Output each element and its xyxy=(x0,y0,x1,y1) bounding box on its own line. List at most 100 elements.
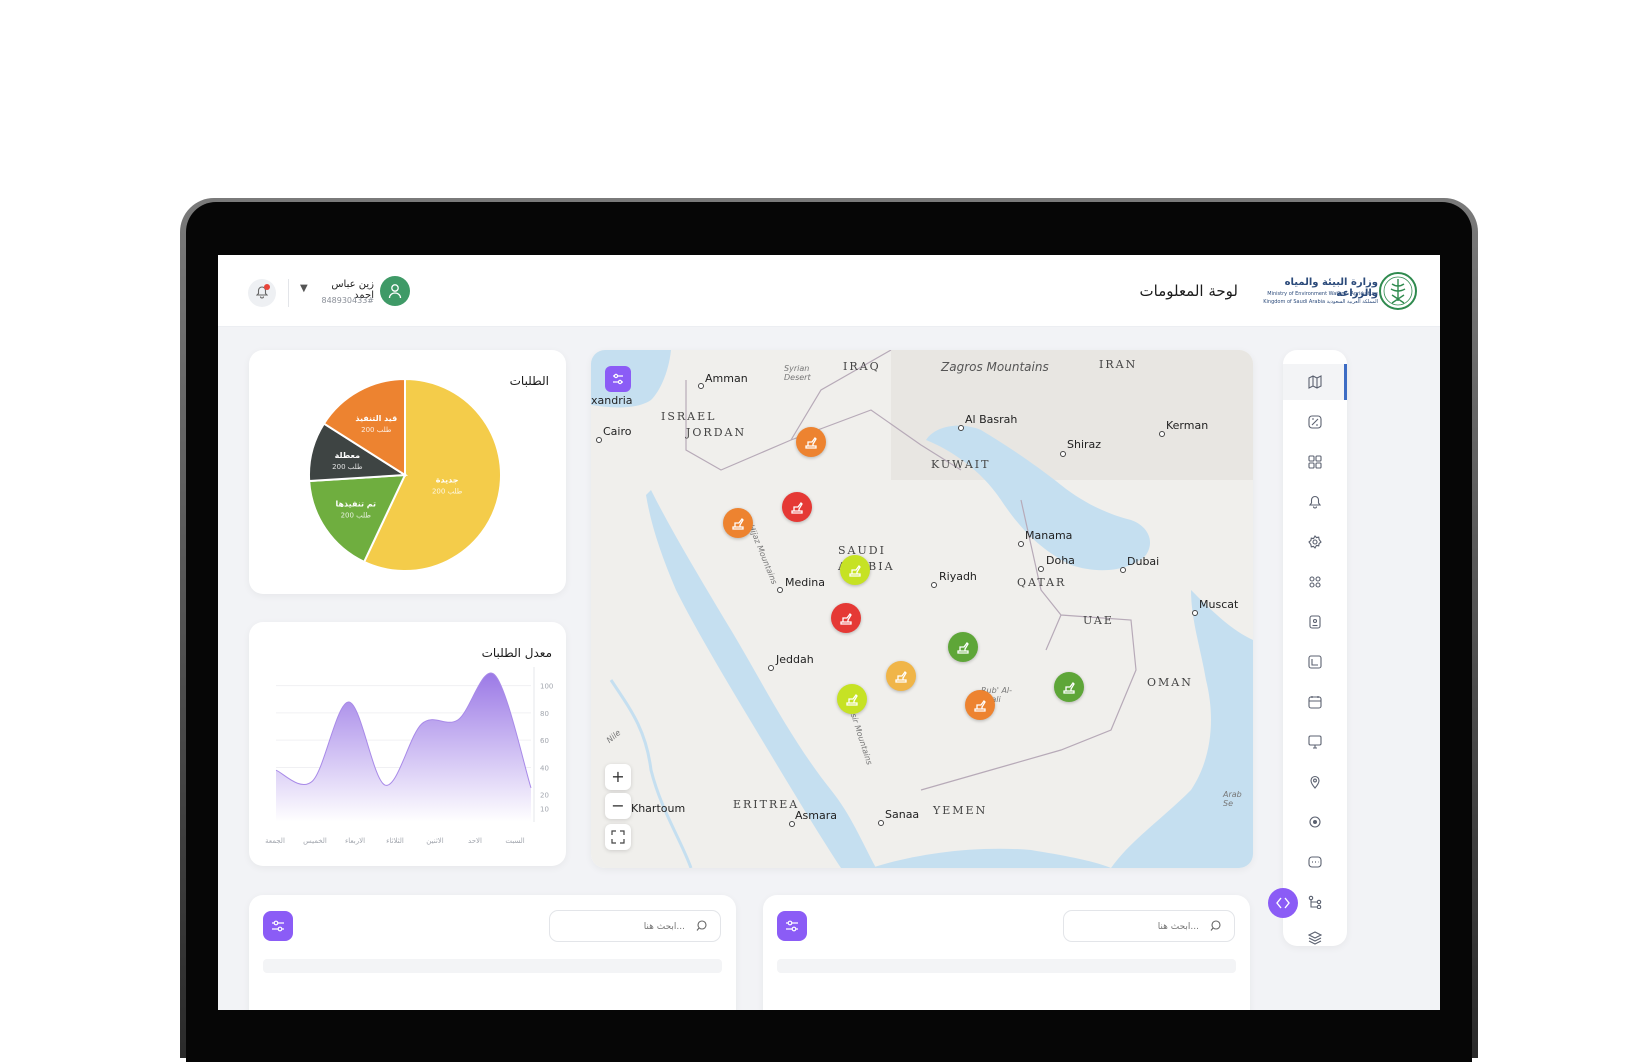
map-marker-4[interactable] xyxy=(840,555,870,585)
y-tick-label: 60 xyxy=(540,737,549,745)
sidebar-item-analytics[interactable] xyxy=(1283,404,1347,440)
y-tick-label: 10 xyxy=(540,805,549,813)
fullscreen-button[interactable] xyxy=(605,824,631,850)
zoom-in-button[interactable]: + xyxy=(605,764,631,790)
city-dot xyxy=(777,587,783,593)
page-title: لوحة المعلومات xyxy=(1139,282,1239,300)
excavator-icon xyxy=(895,671,907,683)
pie-slice-label: قيد التنفيذ xyxy=(355,414,397,423)
map-label-oman: OMAN xyxy=(1147,676,1193,689)
search-input-left[interactable] xyxy=(560,918,685,936)
app-screen: ▼ زين عباس احمد 848930433# لوحة المعلوما… xyxy=(218,255,1440,1010)
excavator-icon xyxy=(957,642,969,654)
sidebar-toggle-button[interactable] xyxy=(1268,888,1298,918)
map-marker-7[interactable] xyxy=(886,661,916,691)
map-marker-10[interactable] xyxy=(1054,672,1084,702)
sidebar-item-grid[interactable] xyxy=(1283,444,1347,480)
analytics-icon xyxy=(1308,415,1322,429)
y-tick-label: 80 xyxy=(540,710,549,718)
sidebar-item-nodes[interactable] xyxy=(1283,564,1347,600)
map-label-dubai: Dubai xyxy=(1127,555,1160,568)
map-marker-3[interactable] xyxy=(723,508,753,538)
pie-chart: جديدة 200 طلب تم تنفيذها 200 طلب معطلة 200 طل… xyxy=(308,377,502,572)
map-label-amman: Amman xyxy=(705,372,748,385)
map-icon xyxy=(1308,375,1322,389)
pie-slice-value: 200 طلب xyxy=(361,426,392,434)
sidebar-item-finance[interactable] xyxy=(1283,644,1347,680)
search-box-left[interactable] xyxy=(549,910,721,942)
user-icon xyxy=(388,284,402,299)
avatar[interactable] xyxy=(380,276,410,306)
search-input-right[interactable] xyxy=(1074,918,1199,936)
excavator-icon xyxy=(805,437,817,449)
map-filter-button[interactable] xyxy=(605,366,631,392)
ministry-logo-icon xyxy=(1379,272,1417,310)
sidebar-item-map[interactable] xyxy=(1283,364,1347,400)
y-tick-label: 20 xyxy=(540,792,549,800)
map-label-qatar: QATAR xyxy=(1017,576,1067,589)
map-marker-9[interactable] xyxy=(965,690,995,720)
map-label-khartoum: Khartoum xyxy=(631,802,686,815)
map-label-cairo: Cairo xyxy=(603,425,632,438)
map-marker-5[interactable] xyxy=(831,603,861,633)
x-tick-label: الاثنين xyxy=(426,837,443,845)
map-label-asmara: Asmara xyxy=(795,809,837,822)
search-icon xyxy=(696,920,707,931)
map-card[interactable]: IRAQ IRAN Zagros Mountains Syrian Desert… xyxy=(591,350,1253,868)
notification-button[interactable] xyxy=(248,279,276,307)
map-marker-8[interactable] xyxy=(837,684,867,714)
pie-slice-label: تم تنفيذها xyxy=(336,499,377,508)
pie-slice-value: 200 طلب xyxy=(432,487,463,495)
excavator-icon xyxy=(1063,682,1075,694)
pin-icon xyxy=(1310,775,1320,789)
sidebar-item-monitor[interactable] xyxy=(1283,724,1347,760)
sliders-icon xyxy=(613,373,623,385)
search-box-right[interactable] xyxy=(1063,910,1235,942)
chat-icon xyxy=(1308,856,1322,868)
excavator-icon xyxy=(849,565,861,577)
chevron-down-icon[interactable]: ▼ xyxy=(300,283,308,294)
sidebar-item-id-card[interactable] xyxy=(1283,604,1347,640)
sidebar-item-location[interactable] xyxy=(1283,764,1347,800)
filter-button-left[interactable] xyxy=(263,911,293,941)
pie-slice-label: معطلة xyxy=(335,451,360,460)
sidebar-item-chat[interactable] xyxy=(1283,844,1347,880)
map-label-israel: ISRAEL xyxy=(661,410,717,423)
map-marker-2[interactable] xyxy=(782,492,812,522)
zoom-out-button[interactable]: − xyxy=(605,793,631,819)
city-dot xyxy=(1038,566,1044,572)
gear-cert-icon xyxy=(1309,816,1321,828)
sidebar-item-calendar[interactable] xyxy=(1283,684,1347,720)
excavator-icon xyxy=(791,502,803,514)
settings-icon xyxy=(1308,535,1322,549)
map-label-doha: Doha xyxy=(1046,554,1075,567)
map-label-riyadh: Riyadh xyxy=(939,570,977,583)
calendar-icon xyxy=(1308,696,1322,709)
sidebar-item-settings[interactable] xyxy=(1283,524,1347,560)
map-label-arab-sea: Arab Se xyxy=(1223,790,1242,808)
area-chart: 100 80 60 40 20 10 السبت الاحد الاثنين الثلاثاء ال… xyxy=(265,667,553,845)
pie-slice-label: جديدة xyxy=(436,475,459,484)
bottom-card-right xyxy=(763,895,1250,1010)
city-dot xyxy=(1159,431,1165,437)
y-tick-label: 100 xyxy=(540,683,553,691)
map-label-eritrea: ERITREA xyxy=(733,798,800,811)
map-label-alexandria: xandria xyxy=(591,394,633,407)
grid-icon xyxy=(1308,455,1322,469)
map-label-manama: Manama xyxy=(1025,529,1073,542)
map-label-zagros: Zagros Mountains xyxy=(941,360,1049,374)
city-dot xyxy=(1018,541,1024,547)
ministry-name-en: Ministry of Environment Water & Agricult… xyxy=(1267,291,1378,297)
table-header-right xyxy=(777,959,1236,973)
filter-button-right[interactable] xyxy=(777,911,807,941)
sidebar-item-notifications[interactable] xyxy=(1283,484,1347,520)
map-marker-6[interactable] xyxy=(948,632,978,662)
id-card-icon xyxy=(1309,615,1321,629)
sidebar-item-certificates[interactable] xyxy=(1283,804,1347,840)
sidebar-item-layers[interactable] xyxy=(1283,920,1347,946)
city-dot xyxy=(958,425,964,431)
map-marker-1[interactable] xyxy=(796,427,826,457)
x-tick-label: الجمعة xyxy=(265,837,285,845)
city-dot xyxy=(698,383,704,389)
user-id: 848930433# xyxy=(321,296,374,305)
